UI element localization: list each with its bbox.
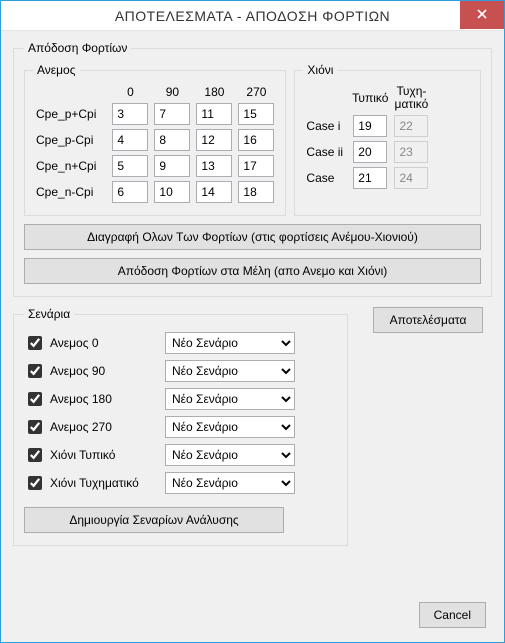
scenario-checkbox[interactable] [28, 476, 42, 490]
loads-group: Απόδοση Φορτίων Ανεμος 0 90 180 270 [13, 41, 492, 297]
wind-input[interactable] [112, 155, 148, 177]
snow-group: Χιόνι Τυπικό Τυχη- ματικό Case i [294, 63, 481, 216]
snow-typical-input[interactable] [353, 141, 387, 163]
wind-row: Cpe_p-Cpi [33, 127, 277, 153]
scenario-select[interactable]: Νέο Σενάριο [165, 472, 295, 494]
snow-col-accidental: Τυχη- ματικό [391, 83, 431, 113]
wind-input[interactable] [154, 103, 190, 125]
scenario-row: Ανεμος 90Νέο Σενάριο [24, 357, 337, 385]
scenario-label: Χιόνι Τυχηματικό [50, 476, 165, 490]
wind-input[interactable] [238, 155, 274, 177]
wind-input[interactable] [196, 155, 232, 177]
snow-row: Case [303, 165, 431, 191]
loads-legend: Απόδοση Φορτίων [24, 41, 131, 55]
scenario-checkbox[interactable] [28, 392, 42, 406]
scenario-label: Ανεμος 0 [50, 336, 165, 350]
wind-col-180: 180 [193, 83, 235, 101]
scenario-row: Ανεμος 270Νέο Σενάριο [24, 413, 337, 441]
wind-row-label: Cpe_p+Cpi [33, 101, 109, 127]
scenario-label: Ανεμος 270 [50, 420, 165, 434]
wind-group: Ανεμος 0 90 180 270 Cpe_p+Cpi [24, 63, 286, 216]
wind-row: Cpe_n+Cpi [33, 153, 277, 179]
scenario-label: Ανεμος 180 [50, 392, 165, 406]
app-window: ΑΠΟΤΕΛΕΣΜΑΤΑ - ΑΠΟΔΟΣΗ ΦΟΡΤΙΩΝ Απόδοση Φ… [0, 0, 505, 643]
results-button[interactable]: Αποτελέσματα [373, 307, 483, 333]
wind-col-0: 0 [109, 83, 151, 101]
snow-row: Case i [303, 113, 431, 139]
scenario-label: Ανεμος 90 [50, 364, 165, 378]
scenario-select[interactable]: Νέο Σενάριο [165, 416, 295, 438]
wind-row: Cpe_n-Cpi [33, 179, 277, 205]
create-scenarios-button[interactable]: Δημιουργία Σεναρίων Ανάλυσης [24, 507, 284, 533]
wind-row-label: Cpe_n-Cpi [33, 179, 109, 205]
scenario-select[interactable]: Νέο Σενάριο [165, 332, 295, 354]
wind-input[interactable] [112, 103, 148, 125]
wind-input[interactable] [154, 129, 190, 151]
wind-input[interactable] [154, 155, 190, 177]
scenario-checkbox[interactable] [28, 364, 42, 378]
snow-table: Τυπικό Τυχη- ματικό Case i C [303, 83, 431, 191]
scenario-row: Ανεμος 0Νέο Σενάριο [24, 329, 337, 357]
wind-input[interactable] [238, 181, 274, 203]
snow-row: Case ii [303, 139, 431, 165]
wind-input[interactable] [112, 129, 148, 151]
snow-legend: Χιόνι [303, 63, 337, 77]
close-icon [477, 8, 487, 22]
snow-typical-input[interactable] [353, 167, 387, 189]
client-area: Απόδοση Φορτίων Ανεμος 0 90 180 270 [1, 31, 504, 642]
scenario-select[interactable]: Νέο Σενάριο [165, 444, 295, 466]
wind-col-90: 90 [151, 83, 193, 101]
scenario-checkbox[interactable] [28, 448, 42, 462]
wind-row-label: Cpe_p-Cpi [33, 127, 109, 153]
snow-row-label: Case [303, 165, 349, 191]
wind-row-label: Cpe_n+Cpi [33, 153, 109, 179]
scenario-checkbox[interactable] [28, 420, 42, 434]
snow-typical-input[interactable] [353, 115, 387, 137]
snow-row-label: Case i [303, 113, 349, 139]
scenario-row: Χιόνι ΤυχηματικόΝέο Σενάριο [24, 469, 337, 497]
scenarios-group: Σενάρια Ανεμος 0Νέο ΣενάριοΑνεμος 90Νέο … [13, 307, 348, 546]
wind-input[interactable] [196, 181, 232, 203]
cancel-button[interactable]: Cancel [419, 602, 486, 628]
scenario-select[interactable]: Νέο Σενάριο [165, 360, 295, 382]
wind-legend: Ανεμος [33, 63, 80, 77]
wind-input[interactable] [238, 103, 274, 125]
scenarios-legend: Σενάρια [24, 307, 74, 321]
scenario-row: Ανεμος 180Νέο Σενάριο [24, 385, 337, 413]
snow-accidental-input [394, 167, 428, 189]
snow-row-label: Case ii [303, 139, 349, 165]
wind-input[interactable] [196, 103, 232, 125]
wind-input[interactable] [196, 129, 232, 151]
wind-input[interactable] [112, 181, 148, 203]
wind-input[interactable] [154, 181, 190, 203]
window-title: ΑΠΟΤΕΛΕΣΜΑΤΑ - ΑΠΟΔΟΣΗ ΦΟΡΤΙΩΝ [1, 8, 504, 24]
titlebar: ΑΠΟΤΕΛΕΣΜΑΤΑ - ΑΠΟΔΟΣΗ ΦΟΡΤΙΩΝ [1, 1, 504, 31]
snow-accidental-input [394, 115, 428, 137]
snow-col-typical: Τυπικό [349, 83, 391, 113]
scenario-label: Χιόνι Τυπικό [50, 448, 165, 462]
scenario-checkbox[interactable] [28, 336, 42, 350]
wind-row: Cpe_p+Cpi [33, 101, 277, 127]
delete-all-loads-button[interactable]: Διαγραφή Ολων Των Φορτίων (στις φορτίσει… [24, 224, 481, 250]
scenario-row: Χιόνι ΤυπικόΝέο Σενάριο [24, 441, 337, 469]
snow-accidental-input [394, 141, 428, 163]
close-button[interactable] [460, 1, 504, 29]
wind-col-270: 270 [235, 83, 277, 101]
apply-loads-members-button[interactable]: Απόδοση Φορτίων στα Μέλη (απο Ανεμο και … [24, 258, 481, 284]
wind-input[interactable] [238, 129, 274, 151]
wind-table: 0 90 180 270 Cpe_p+Cpi [33, 83, 277, 205]
scenario-select[interactable]: Νέο Σενάριο [165, 388, 295, 410]
